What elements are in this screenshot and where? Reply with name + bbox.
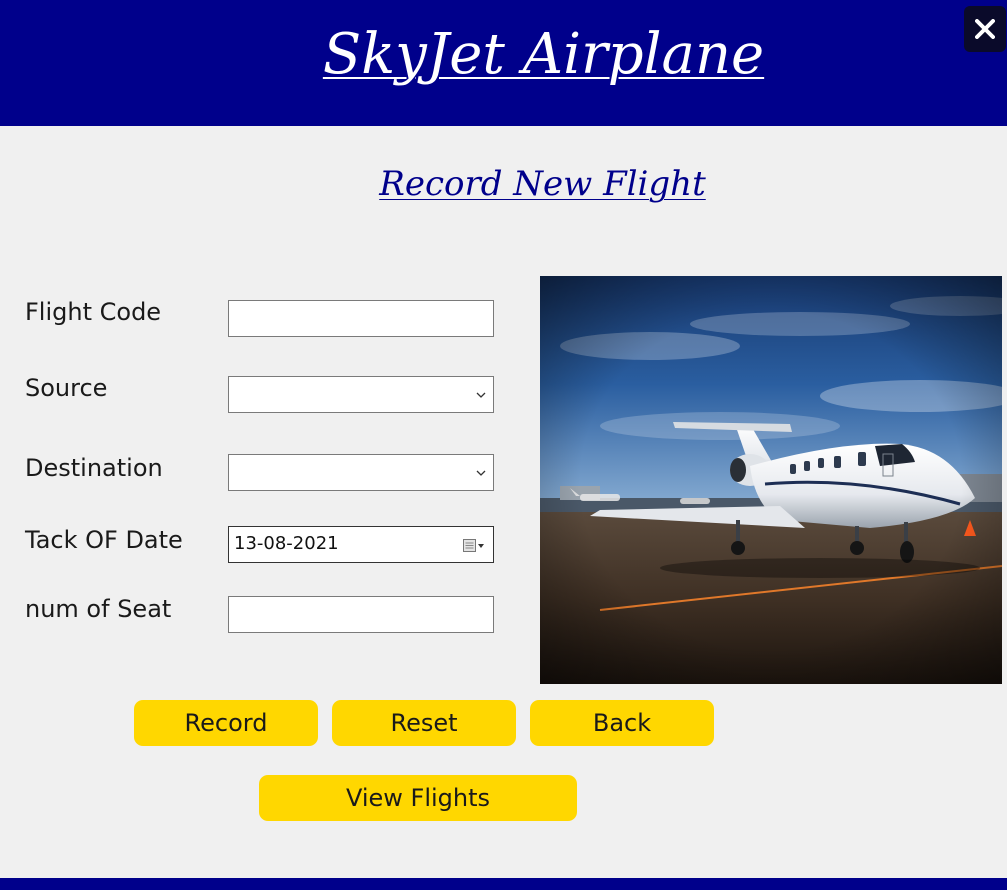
source-select[interactable]: [228, 376, 494, 413]
take-off-date-value: 13-08-2021: [234, 533, 339, 554]
airplane-photo: [540, 276, 1002, 684]
source-label: Source: [25, 374, 108, 402]
app-title: SkyJet Airplane: [322, 22, 765, 87]
take-off-date-label: Tack OF Date: [25, 526, 183, 554]
num-of-seat-label: num of Seat: [25, 595, 172, 623]
flight-code-label: Flight Code: [25, 298, 162, 326]
chevron-down-icon: [476, 392, 486, 398]
record-flight-window: SkyJet Airplane Record New Flight Flight…: [0, 0, 1007, 890]
flight-code-input[interactable]: [228, 300, 494, 337]
back-button[interactable]: Back: [530, 700, 714, 746]
reset-button[interactable]: Reset: [332, 700, 516, 746]
num-of-seat-input[interactable]: [228, 596, 494, 633]
chevron-down-icon: [476, 470, 486, 476]
destination-label: Destination: [25, 454, 163, 482]
footer-bar: [0, 878, 1007, 890]
destination-select[interactable]: [228, 454, 494, 491]
form-title: Record New Flight: [379, 164, 706, 204]
calendar-icon[interactable]: [463, 539, 485, 553]
header-bar: SkyJet Airplane: [0, 0, 1007, 126]
take-off-date-picker[interactable]: 13-08-2021: [228, 526, 494, 563]
record-button[interactable]: Record: [134, 700, 318, 746]
view-flights-button[interactable]: View Flights: [259, 775, 577, 821]
close-icon: [975, 19, 995, 39]
close-button[interactable]: [964, 6, 1006, 52]
